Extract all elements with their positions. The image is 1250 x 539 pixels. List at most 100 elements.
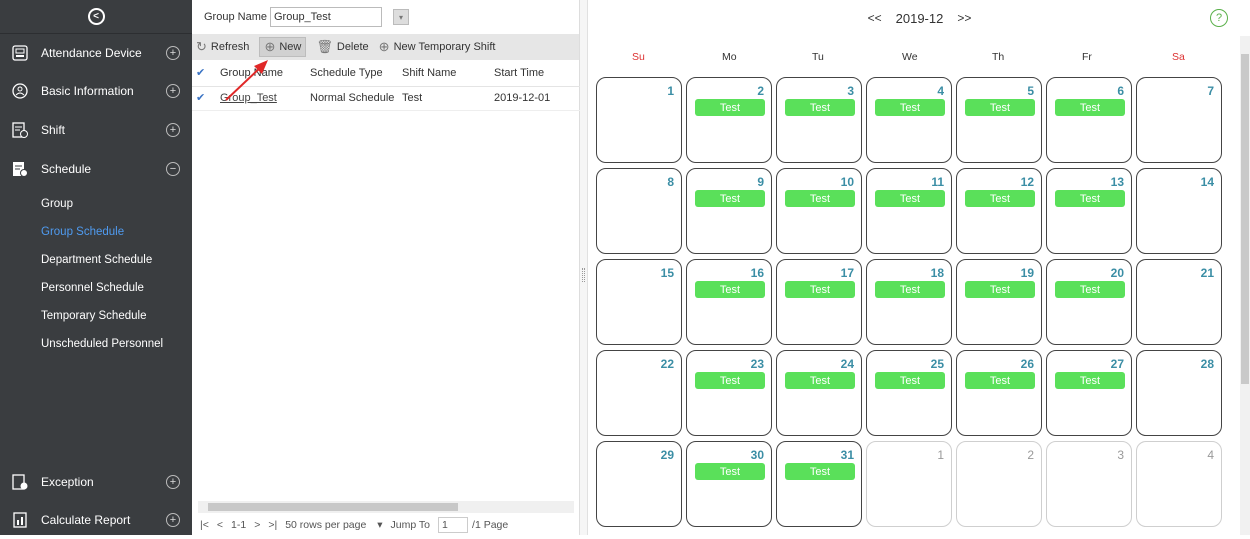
day-cell[interactable]: 17 Test [776, 259, 862, 345]
help-icon[interactable]: ? [1210, 9, 1228, 27]
day-cell[interactable]: 13 Test [1046, 168, 1132, 254]
day-cell[interactable]: 8 [596, 168, 682, 254]
scroll-thumb[interactable] [208, 503, 458, 511]
shift-tag[interactable]: Test [695, 190, 765, 207]
day-cell[interactable]: 19 Test [956, 259, 1042, 345]
last-page-icon[interactable]: >| [268, 519, 277, 531]
shift-tag[interactable]: Test [965, 99, 1035, 116]
day-cell[interactable]: 10 Test [776, 168, 862, 254]
day-cell[interactable]: 2 Test [686, 77, 772, 163]
collapse-icon[interactable]: − [166, 162, 180, 176]
menu-attendance-device[interactable]: Attendance Device + [0, 34, 192, 72]
shift-tag[interactable]: Test [1055, 99, 1125, 116]
day-cell[interactable]: 23 Test [686, 350, 772, 436]
day-cell[interactable]: 24 Test [776, 350, 862, 436]
menu-basic-information[interactable]: Basic Information + [0, 72, 192, 110]
day-cell[interactable]: 22 [596, 350, 682, 436]
shift-tag[interactable]: Test [785, 463, 855, 480]
shift-tag[interactable]: Test [1055, 281, 1125, 298]
column-header[interactable]: Shift Name [398, 60, 490, 87]
day-cell[interactable]: 1 [596, 77, 682, 163]
dropdown-icon[interactable]: ▾ [392, 9, 409, 25]
page-input[interactable]: 1 [438, 516, 469, 533]
expand-icon[interactable]: + [166, 513, 180, 527]
shift-tag[interactable]: Test [875, 190, 945, 207]
shift-tag[interactable]: Test [695, 281, 765, 298]
shift-tag[interactable]: Test [965, 372, 1035, 389]
day-cell[interactable]: 18 Test [866, 259, 952, 345]
next-page-icon[interactable]: > [254, 519, 260, 531]
scroll-thumb[interactable] [1241, 54, 1249, 384]
day-cell[interactable]: 4 Test [866, 77, 952, 163]
first-page-icon[interactable]: |< [200, 519, 209, 531]
prev-page-icon[interactable]: < [217, 519, 223, 531]
shift-tag[interactable]: Test [785, 190, 855, 207]
sidebar-item-department-schedule[interactable]: Department Schedule [41, 254, 152, 266]
column-header[interactable]: Start Time [490, 60, 580, 87]
day-cell[interactable]: 5 Test [956, 77, 1042, 163]
shift-tag[interactable]: Test [695, 463, 765, 480]
sidebar-item-personnel-schedule[interactable]: Personnel Schedule [41, 282, 144, 294]
sidebar-item-temporary-schedule[interactable]: Temporary Schedule [41, 310, 146, 322]
menu-calculate-report[interactable]: Calculate Report + [0, 501, 192, 539]
day-cell[interactable]: 21 [1136, 259, 1222, 345]
sidebar-item-unscheduled-personnel[interactable]: Unscheduled Personnel [41, 338, 163, 350]
menu-schedule[interactable]: Schedule − [0, 150, 192, 188]
day-cell[interactable]: 25 Test [866, 350, 952, 436]
day-cell[interactable]: 20 Test [1046, 259, 1132, 345]
shift-tag[interactable]: Test [695, 372, 765, 389]
day-cell[interactable]: 12 Test [956, 168, 1042, 254]
day-cell[interactable]: 2 [956, 441, 1042, 527]
panel-splitter[interactable] [580, 0, 588, 535]
day-cell[interactable]: 3 [1046, 441, 1132, 527]
shift-tag[interactable]: Test [695, 99, 765, 116]
expand-icon[interactable]: + [166, 46, 180, 60]
menu-exception[interactable]: Exception + [0, 463, 192, 501]
next-month-button[interactable]: >> [957, 11, 971, 25]
day-cell[interactable]: 6 Test [1046, 77, 1132, 163]
shift-tag[interactable]: Test [785, 99, 855, 116]
expand-icon[interactable]: + [166, 123, 180, 137]
day-cell[interactable]: 15 [596, 259, 682, 345]
shift-tag[interactable]: Test [1055, 190, 1125, 207]
shift-tag[interactable]: Test [875, 372, 945, 389]
row-checkbox[interactable]: ✔ [192, 86, 216, 111]
rows-per-page-select[interactable]: 50 rows per page ▾ [285, 519, 382, 531]
splitter-grip[interactable] [582, 268, 585, 282]
shift-tag[interactable]: Test [1055, 372, 1125, 389]
shift-tag[interactable]: Test [875, 281, 945, 298]
shift-tag[interactable]: Test [785, 372, 855, 389]
day-cell[interactable]: 11 Test [866, 168, 952, 254]
shift-tag[interactable]: Test [785, 281, 855, 298]
new-temporary-shift-button[interactable]: ⊕ New Temporary Shift [379, 39, 496, 55]
sidebar-item-group[interactable]: Group [41, 198, 73, 210]
column-header[interactable]: Schedule Type [306, 60, 398, 87]
collapse-sidebar-icon[interactable]: < [87, 8, 105, 25]
refresh-button[interactable]: ↻ Refresh [196, 39, 249, 55]
day-cell[interactable]: 9 Test [686, 168, 772, 254]
horizontal-scrollbar[interactable] [198, 501, 574, 513]
sidebar-item-group-schedule[interactable]: Group Schedule [41, 226, 124, 238]
new-button[interactable]: ⊕ New [259, 37, 307, 57]
day-cell[interactable]: 28 [1136, 350, 1222, 436]
shift-tag[interactable]: Test [965, 281, 1035, 298]
day-cell[interactable]: 29 [596, 441, 682, 527]
select-all-checkbox[interactable]: ✔ [192, 60, 216, 87]
day-cell[interactable]: 7 [1136, 77, 1222, 163]
vertical-scrollbar[interactable] [1240, 36, 1250, 535]
day-cell[interactable]: 27 Test [1046, 350, 1132, 436]
shift-tag[interactable]: Test [965, 190, 1035, 207]
day-cell[interactable]: 30 Test [686, 441, 772, 527]
day-cell[interactable]: 4 [1136, 441, 1222, 527]
expand-icon[interactable]: + [166, 84, 180, 98]
day-cell[interactable]: 14 [1136, 168, 1222, 254]
expand-icon[interactable]: + [166, 475, 180, 489]
day-cell[interactable]: 1 [866, 441, 952, 527]
day-cell[interactable]: 16 Test [686, 259, 772, 345]
menu-shift[interactable]: Shift + [0, 111, 192, 149]
delete-button[interactable]: 🗑 Delete [316, 39, 368, 55]
day-cell[interactable]: 31 Test [776, 441, 862, 527]
day-cell[interactable]: 3 Test [776, 77, 862, 163]
shift-tag[interactable]: Test [875, 99, 945, 116]
day-cell[interactable]: 26 Test [956, 350, 1042, 436]
